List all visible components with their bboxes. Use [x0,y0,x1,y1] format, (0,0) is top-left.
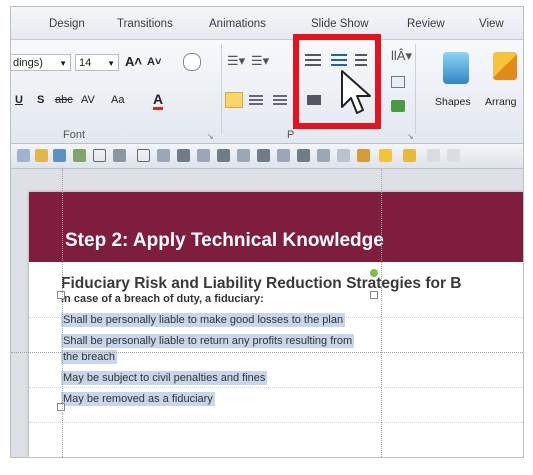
group-separator [221,44,222,134]
toolbar-icon[interactable] [237,149,250,162]
toolbar-icon[interactable] [73,149,86,162]
shrink-font-button[interactable]: A˅ [147,56,161,68]
toolbar-icon[interactable] [177,149,190,162]
smartart-icon[interactable] [391,100,405,112]
shadow-button[interactable]: S [37,94,44,106]
change-case-button[interactable]: Aa [111,94,124,106]
tab-transitions[interactable]: Transitions [117,18,173,30]
vertical-guide[interactable] [62,169,63,457]
grid-line [29,422,523,423]
selected-text-line[interactable]: May be subject to civil penalties and fi… [61,371,268,385]
toolbar-icon[interactable] [357,149,370,162]
powerpoint-window: Design Transitions Animations Slide Show… [10,6,524,458]
align-text-icon[interactable] [391,76,405,88]
toolbar-icon[interactable] [217,149,230,162]
selected-text-line[interactable]: Shall be personally liable to make good … [61,313,346,327]
align-left-button[interactable] [225,92,243,108]
slide-title[interactable]: Step 2: Apply Technical Knowledge [65,230,384,252]
toolbar-icon[interactable] [17,149,30,162]
underline-button[interactable]: U [15,94,23,106]
toolbar-icon[interactable] [403,149,416,162]
toolbar-icon[interactable] [93,149,106,162]
toolbar-icon[interactable] [157,149,170,162]
grid-line [29,387,523,388]
align-center-icon[interactable] [249,95,263,105]
slide-lead-text[interactable]: In case of a breach of duty, a fiduciary… [61,293,264,305]
tab-design[interactable]: Design [49,18,85,30]
arrange-icon[interactable] [493,52,517,80]
strikethrough-button[interactable]: abc [55,94,73,106]
slide: Step 2: Apply Technical Knowledge Fiduci… [29,192,523,457]
slide-subtitle[interactable]: Fiduciary Risk and Liability Reduction S… [61,275,462,293]
tab-animations[interactable]: Animations [209,18,266,30]
font-size-combo[interactable]: 14 ▼ [75,54,119,71]
tab-review[interactable]: Review [407,18,445,30]
mouse-cursor-icon [341,70,371,114]
toolbar-icon[interactable] [447,149,460,162]
numbering-button-icon[interactable]: ☰▾ [251,53,269,69]
text-direction-icon[interactable]: llÂ▾ [391,48,412,64]
selected-text-line[interactable]: Shall be personally liable to return any… [61,334,355,348]
resize-handle[interactable] [57,291,65,299]
font-size-value: 14 [79,57,92,69]
tab-view[interactable]: View [479,18,504,30]
font-color-button[interactable]: A [153,91,164,110]
font-dialog-launcher-icon[interactable]: ↘ [207,132,214,141]
font-name-value: dings) [13,57,43,69]
toolbar-icon[interactable] [137,149,150,162]
rotation-handle[interactable] [370,269,378,277]
resize-handle[interactable] [57,403,65,411]
toolbar-icon[interactable] [277,149,290,162]
align-right-icon[interactable] [273,95,287,105]
toolbar-icon[interactable] [337,149,350,162]
vertical-guide[interactable] [381,169,382,457]
selected-text-line[interactable]: May be removed as a fiduciary [61,392,215,406]
font-name-combo[interactable]: dings) ▼ [11,54,71,71]
grow-font-button[interactable]: A˄ [125,54,142,69]
slide-canvas: Step 2: Apply Technical Knowledge Fiduci… [11,169,523,457]
horizontal-guide[interactable] [11,352,523,353]
toolbar-icon[interactable] [197,149,210,162]
char-spacing-button[interactable]: AV [81,94,95,106]
toolbar-icon[interactable] [113,149,126,162]
clear-format-icon[interactable] [183,53,201,71]
toolbar-icon[interactable] [257,149,270,162]
toolbar-icon[interactable] [317,149,330,162]
shapes-label[interactable]: Shapes [435,96,471,108]
toolbar-icon[interactable] [427,149,440,162]
toolbar-icon[interactable] [53,149,66,162]
toolbar-icon[interactable] [379,149,392,162]
resize-handle[interactable] [370,291,378,299]
ribbon: dings) ▼ 14 ▼ A˄ A˅ U S abc AV Aa A Font ↘… [11,40,523,144]
bullets-button-icon[interactable]: ☰▾ [227,53,245,69]
toolbar-icon[interactable] [35,149,48,162]
font-group-label: Font [63,129,86,141]
shapes-icon[interactable] [443,52,469,84]
drawing-toolbar [11,144,523,169]
tab-slide-show[interactable]: Slide Show [311,18,369,30]
ribbon-tab-bar: Design Transitions Animations Slide Show… [11,7,523,40]
paragraph-group-label: P [287,129,295,141]
arrange-label[interactable]: Arrang [485,96,517,108]
paragraph-dialog-launcher-icon[interactable]: ↘ [407,132,414,141]
group-separator [415,44,416,134]
toolbar-icon[interactable] [297,149,310,162]
